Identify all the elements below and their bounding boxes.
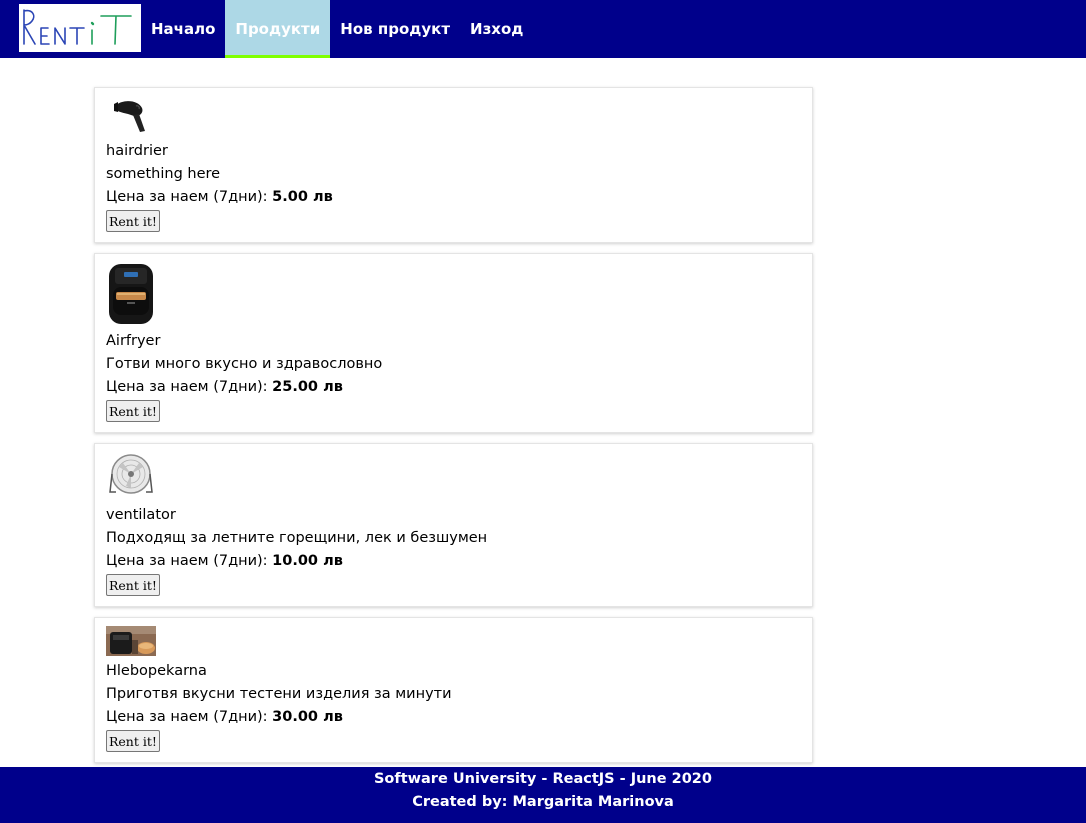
product-card: Hlebopekarna Приготвя вкусни тестени изд… bbox=[94, 617, 813, 763]
price-label: Цена за наем (7дни): bbox=[106, 709, 268, 725]
nav-products[interactable]: Продукти bbox=[225, 0, 331, 58]
logo[interactable] bbox=[19, 4, 141, 52]
page: Начало Продукти Нов продукт Изход hairdr… bbox=[0, 0, 1086, 823]
rent-button[interactable]: Rent it! bbox=[106, 210, 160, 232]
product-price-line: Цена за наем (7дни): 5.00 лв bbox=[106, 186, 801, 209]
rent-button[interactable]: Rent it! bbox=[106, 400, 160, 422]
product-name: Hlebopekarna bbox=[106, 663, 207, 679]
product-description: something here bbox=[106, 166, 221, 182]
footer-line-author: Created by: Margarita Marinova bbox=[412, 794, 674, 810]
product-description: Готви много вкусно и здравословно bbox=[106, 356, 383, 372]
product-name: hairdrier bbox=[106, 143, 168, 159]
product-card: Airfryer Готви много вкусно и здравослов… bbox=[94, 253, 813, 433]
price-value: 25.00 лв bbox=[272, 379, 343, 395]
product-card: ventilator Подходящ за летните горещини,… bbox=[94, 443, 813, 607]
price-value: 10.00 лв bbox=[272, 553, 343, 569]
price-label: Цена за наем (7дни): bbox=[106, 553, 268, 569]
product-name: Airfryer bbox=[106, 333, 161, 349]
product-description: Приготвя вкусни тестени изделия за минут… bbox=[106, 686, 452, 702]
rent-button[interactable]: Rent it! bbox=[106, 730, 160, 752]
price-label: Цена за наем (7дни): bbox=[106, 379, 268, 395]
product-name: ventilator bbox=[106, 507, 176, 523]
fan-image bbox=[109, 454, 153, 494]
product-list: hairdrier something here Цена за наем (7… bbox=[94, 87, 813, 773]
rent-button[interactable]: Rent it! bbox=[106, 574, 160, 596]
product-description: Подходящ за летните горещини, лек и безш… bbox=[106, 530, 488, 546]
price-label: Цена за наем (7дни): bbox=[106, 189, 268, 205]
price-value: 30.00 лв bbox=[272, 709, 343, 725]
nav-logout[interactable]: Изход bbox=[460, 0, 533, 58]
product-card: hairdrier something here Цена за наем (7… bbox=[94, 87, 813, 243]
nav-home[interactable]: Начало bbox=[141, 0, 225, 58]
footer: Software University - ReactJS - June 202… bbox=[0, 767, 1086, 823]
top-navbar: Начало Продукти Нов продукт Изход bbox=[0, 0, 1086, 58]
price-value: 5.00 лв bbox=[272, 189, 333, 205]
product-price-line: Цена за наем (7дни): 25.00 лв bbox=[106, 376, 801, 399]
footer-line-course: Software University - ReactJS - June 202… bbox=[373, 771, 712, 787]
main-nav: Начало Продукти Нов продукт Изход bbox=[141, 0, 533, 58]
airfryer-image bbox=[109, 264, 153, 324]
product-price-line: Цена за наем (7дни): 30.00 лв bbox=[106, 706, 801, 729]
logo-image bbox=[23, 9, 132, 45]
nav-new-product[interactable]: Нов продукт bbox=[330, 0, 460, 58]
product-price-line: Цена за наем (7дни): 10.00 лв bbox=[106, 550, 801, 573]
hairdryer-image bbox=[114, 101, 145, 132]
breadmaker-image bbox=[106, 626, 156, 656]
